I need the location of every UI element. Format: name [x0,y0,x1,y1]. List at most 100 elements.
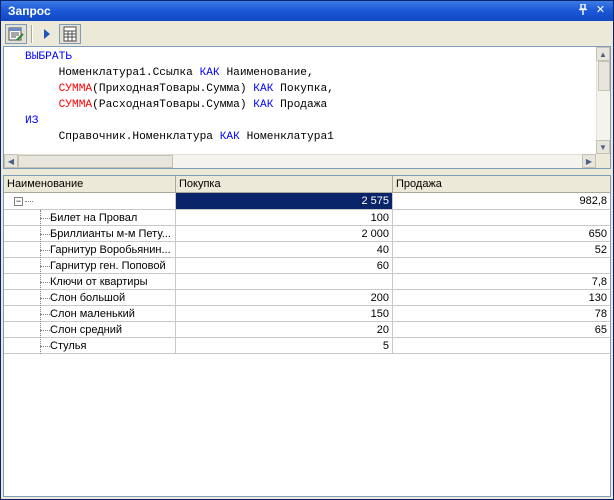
query-code[interactable]: ВЫБРАТЬ Номенклатура1.Ссылка КАК Наимено… [25,49,334,145]
tree-connector [40,298,50,299]
sale-cell[interactable]: 52 [393,242,610,258]
column-header-name[interactable]: Наименование [4,176,176,193]
item-name-cell[interactable]: Ключи от квартиры [4,274,176,290]
scroll-corner [596,154,610,168]
table-row[interactable]: Слон средний 20 65 [4,322,610,338]
table-output-button[interactable] [59,24,81,44]
keyword-from: ИЗ [25,115,39,127]
query-window: Запрос ✕ ВЫБРАТЬ Номенклатура1.Ссылка КА… [0,0,614,500]
tree-connector [40,266,50,267]
run-query-icon [44,29,50,39]
purchase-cell[interactable]: 150 [176,306,393,322]
result-grid[interactable]: Наименование Покупка Продажа − 2 575 982… [3,175,611,497]
tree-connector [40,218,50,219]
purchase-cell[interactable]: 5 [176,338,393,354]
item-name-cell[interactable]: Гарнитур Воробьянин... [4,242,176,258]
item-name-cell[interactable]: Бриллианты м-м Пету... [4,226,176,242]
tree-connector [40,346,50,347]
table-row-root[interactable]: − 2 575 982,8 [4,193,610,210]
title-bar[interactable]: Запрос ✕ [1,1,613,21]
tree-root-cell[interactable]: − [4,193,176,210]
vertical-scroll-thumb[interactable] [598,61,610,91]
query-wizard-icon [8,27,24,41]
function-sum: СУММА [58,99,93,111]
window-title: Запрос [8,4,51,18]
table-row[interactable]: Билет на Провал 100 [4,210,610,226]
scroll-left-button[interactable]: ◀ [4,154,18,168]
table-row[interactable]: Гарнитур ген. Поповой 60 [4,258,610,274]
table-row[interactable]: Стулья 5 [4,338,610,354]
item-name-cell[interactable]: Билет на Провал [4,210,176,226]
run-query-button[interactable] [36,24,58,44]
item-name: Слон маленький [50,308,135,320]
keyword-as: КАК [219,131,240,143]
item-name: Стулья [50,340,87,352]
alias-1: Наименование, [219,67,314,79]
sale-cell[interactable]: 78 [393,306,610,322]
sale-cell[interactable]: 65 [393,322,610,338]
tree-connector [40,282,50,283]
query-line-3-arg: (РасходнаяТовары.Сумма) [92,99,254,111]
toolbar-separator [31,25,33,43]
scroll-right-button[interactable]: ▶ [582,154,596,168]
table-row[interactable]: Слон большой 200 130 [4,290,610,306]
root-purchase-cell[interactable]: 2 575 [176,193,393,210]
item-name: Гарнитур ген. Поповой [50,260,166,272]
keyword-as: КАК [253,83,274,95]
sale-cell[interactable]: 130 [393,290,610,306]
editor-vertical-scrollbar[interactable]: ▲ ▼ [596,47,610,154]
scroll-down-button[interactable]: ▼ [596,140,610,154]
root-sale-cell[interactable]: 982,8 [393,193,610,210]
pin-icon[interactable] [576,3,589,17]
item-name-cell[interactable]: Слон маленький [4,306,176,322]
purchase-cell[interactable]: 20 [176,322,393,338]
tree-connector [25,201,33,202]
keyword-select: ВЫБРАТЬ [25,51,72,63]
table-row[interactable]: Ключи от квартиры 7,8 [4,274,610,290]
tree-vertical-line [40,210,41,354]
purchase-cell[interactable]: 60 [176,258,393,274]
purchase-cell[interactable]: 100 [176,210,393,226]
table-row[interactable]: Слон маленький 150 78 [4,306,610,322]
scroll-up-button[interactable]: ▲ [596,47,610,61]
horizontal-scroll-thumb[interactable] [18,155,173,168]
column-header-purchase[interactable]: Покупка [176,176,393,193]
tree-connector [40,314,50,315]
table-icon [63,26,77,42]
item-name-cell[interactable]: Слон большой [4,290,176,306]
sale-cell[interactable] [393,258,610,274]
table-row[interactable]: Гарнитур Воробьянин... 40 52 [4,242,610,258]
tree-connector [40,250,50,251]
item-name-cell[interactable]: Стулья [4,338,176,354]
item-name: Ключи от квартиры [50,276,148,288]
purchase-cell[interactable]: 2 000 [176,226,393,242]
item-name: Бриллианты м-м Пету... [50,228,171,240]
tree-connector [40,234,50,235]
sale-cell[interactable]: 650 [393,226,610,242]
sale-cell[interactable]: 7,8 [393,274,610,290]
query-wizard-button[interactable] [5,24,27,44]
sale-cell[interactable] [393,210,610,226]
query-line-2-arg: (ПриходнаяТовары.Сумма) [92,83,254,95]
keyword-as: КАК [199,67,220,79]
editor-horizontal-scrollbar[interactable]: ◀ ▶ [4,154,596,168]
column-header-sale[interactable]: Продажа [393,176,610,193]
item-name: Слон большой [50,292,126,304]
query-text-editor[interactable]: ВЫБРАТЬ Номенклатура1.Ссылка КАК Наимено… [3,46,611,169]
item-name-cell[interactable]: Гарнитур ген. Поповой [4,258,176,274]
item-name-cell[interactable]: Слон средний [4,322,176,338]
purchase-cell[interactable]: 40 [176,242,393,258]
item-name: Слон средний [50,324,123,336]
purchase-cell[interactable] [176,274,393,290]
alias-2: Покупка, [273,83,334,95]
sale-cell[interactable] [393,338,610,354]
collapse-icon[interactable]: − [14,197,23,206]
close-icon[interactable]: ✕ [594,4,607,17]
table-row[interactable]: Бриллианты м-м Пету... 2 000 650 [4,226,610,242]
purchase-cell[interactable]: 200 [176,290,393,306]
query-line-5: Справочник.Номенклатура [58,131,220,143]
toolbar [3,22,611,46]
item-name: Гарнитур Воробьянин... [50,244,171,256]
item-name: Билет на Провал [50,212,138,224]
grid-header: Наименование Покупка Продажа [4,176,610,193]
